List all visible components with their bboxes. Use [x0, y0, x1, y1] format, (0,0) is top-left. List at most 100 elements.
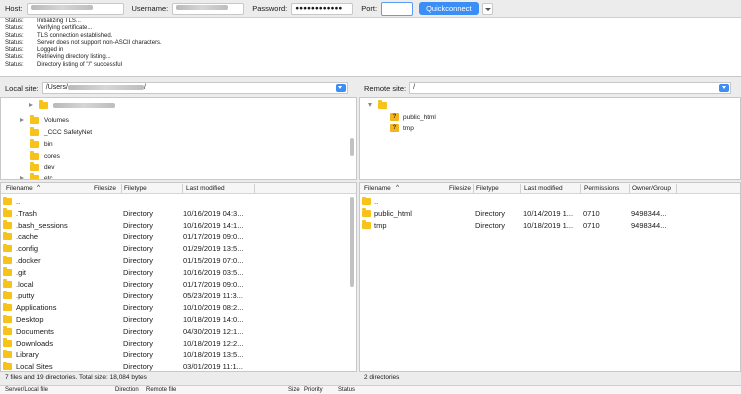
log-line: Status: Server does not support non-ASCII…: [5, 39, 162, 46]
file-row[interactable]: Desktop Directory 10/18/2019 14:0...: [1, 313, 356, 325]
folder-icon: [3, 243, 12, 253]
column-filesize[interactable]: Filesize: [449, 185, 471, 192]
column-remote-file[interactable]: Remote file: [146, 387, 176, 393]
folder-icon: [3, 231, 12, 241]
file-name: Local Sites: [16, 362, 53, 372]
local-file-list-scrollbar[interactable]: [350, 197, 354, 287]
file-row[interactable]: .bash_sessions Directory 10/16/2019 14:1..…: [1, 219, 356, 231]
folder-icon: [3, 349, 12, 359]
column-filetype[interactable]: Filetype: [124, 185, 147, 192]
column-direction[interactable]: Direction: [115, 387, 139, 393]
file-row[interactable]: Library Directory 10/18/2019 13:5...: [1, 348, 356, 360]
file-row[interactable]: Documents Directory 04/30/2019 12:1...: [1, 325, 356, 337]
expand-arrow-icon[interactable]: [20, 176, 24, 179]
column-filesize[interactable]: Filesize: [94, 185, 116, 192]
file-type: Directory: [123, 350, 154, 360]
folder-icon: [3, 267, 12, 276]
tree-item-dev[interactable]: dev: [30, 162, 54, 172]
username-label: Username:: [131, 4, 169, 13]
column-size[interactable]: Size: [288, 387, 300, 393]
file-name: .local: [16, 279, 34, 289]
tree-item-root[interactable]: [368, 100, 392, 110]
tree-item-cores[interactable]: cores: [30, 151, 60, 161]
file-modified: 10/16/2019 14:1...: [183, 220, 244, 230]
expand-arrow-icon[interactable]: [20, 118, 24, 122]
column-filename[interactable]: Filename: [364, 185, 391, 192]
file-name: .config: [16, 244, 39, 254]
tree-item-bin[interactable]: bin: [30, 139, 53, 149]
file-row[interactable]: tmp Directory 10/18/2019 1... 0710 9498344..…: [360, 219, 740, 231]
username-input[interactable]: [172, 2, 245, 15]
remote-directory-tree: ? public_html ? tmp: [359, 97, 741, 180]
file-row[interactable]: .docker Directory 01/15/2019 07:0...: [1, 254, 356, 266]
remote-path-dropdown[interactable]: [719, 84, 730, 92]
port-label: Port:: [361, 4, 378, 13]
file-row[interactable]: Applications Directory 10/10/2019 08:2...: [1, 301, 356, 313]
file-row[interactable]: .putty Directory 05/23/2019 11:3...: [1, 289, 356, 301]
folder-icon: [3, 255, 12, 264]
file-name: .Trash: [16, 208, 37, 218]
transfer-queue-header: Server/Local file Direction Remote file …: [0, 385, 741, 394]
file-row[interactable]: Local Sites Directory 03/01/2019 11:1...: [1, 360, 356, 372]
file-row[interactable]: .git Directory 10/16/2019 03:5...: [1, 266, 356, 278]
file-row[interactable]: .local Directory 01/17/2019 09:0...: [1, 278, 356, 290]
local-path-dropdown[interactable]: [335, 84, 346, 92]
folder-icon: [30, 173, 39, 179]
folder-icon: [3, 326, 12, 335]
file-row[interactable]: ..: [1, 195, 356, 207]
column-filetype[interactable]: Filetype: [476, 185, 499, 192]
file-row[interactable]: .config Directory 01/29/2019 13:5...: [1, 242, 356, 254]
tree-item-public-html[interactable]: ? public_html: [390, 112, 436, 122]
column-status[interactable]: Status: [338, 387, 355, 393]
column-owner-group[interactable]: Owner/Group: [632, 185, 671, 192]
host-input[interactable]: [26, 2, 124, 15]
folder-icon: [3, 314, 12, 323]
file-row[interactable]: .Trash Directory 10/16/2019 04:3...: [1, 207, 356, 219]
folder-unknown-icon: ?: [390, 113, 399, 121]
file-name: ..: [16, 197, 21, 206]
folder-icon: [30, 127, 39, 136]
column-last-modified[interactable]: Last modified: [186, 185, 225, 192]
file-row[interactable]: ..: [360, 195, 740, 207]
file-modified: 10/14/2019 1...: [523, 208, 574, 218]
local-tree-scrollbar[interactable]: [350, 138, 354, 156]
sort-ascending-icon[interactable]: ^: [396, 184, 399, 191]
remote-file-list-header: Filename ^ Filesize Filetype Last modifi…: [360, 183, 740, 194]
folder-icon: [39, 100, 48, 109]
password-label: Password:: [252, 4, 288, 13]
port-input[interactable]: [381, 1, 414, 16]
column-last-modified[interactable]: Last modified: [524, 185, 563, 192]
column-priority[interactable]: Priority: [304, 387, 323, 393]
file-row[interactable]: public_html Directory 10/14/2019 1... 0710 9…: [360, 207, 740, 219]
remote-path-input[interactable]: /: [409, 82, 732, 94]
sort-ascending-icon[interactable]: ^: [37, 184, 40, 191]
quickconnect-button[interactable]: Quickconnect: [419, 2, 479, 15]
folder-icon: [30, 115, 39, 124]
folder-icon: [3, 338, 12, 347]
folder-icon: [3, 279, 12, 288]
file-type: Directory: [123, 338, 154, 348]
tree-item-user-folder[interactable]: [29, 100, 115, 110]
local-path-input[interactable]: /Users//: [41, 82, 348, 94]
column-filename[interactable]: Filename: [6, 185, 33, 192]
expand-arrow-icon[interactable]: [29, 103, 33, 107]
column-permissions[interactable]: Permissions: [584, 185, 619, 192]
file-modified: 01/15/2019 07:0...: [183, 256, 244, 265]
file-permissions: 0710: [583, 208, 600, 218]
file-name: Library: [16, 350, 39, 360]
tree-item-etc[interactable]: etc: [20, 173, 53, 179]
folder-icon: [3, 302, 12, 312]
quickconnect-history-dropdown[interactable]: [481, 2, 493, 15]
folder-icon: [30, 139, 39, 148]
file-row[interactable]: Downloads Directory 10/18/2019 12:2...: [1, 337, 356, 349]
password-input[interactable]: ●●●●●●●●●●●●: [291, 2, 354, 15]
folder-icon: [362, 208, 371, 217]
file-row[interactable]: .cache Directory 01/17/2019 09:0...: [1, 230, 356, 242]
tree-item-ccc-safetynet[interactable]: _CCC SafetyNet: [30, 127, 92, 137]
tree-item-tmp[interactable]: ? tmp: [390, 123, 414, 133]
local-file-list: Filename ^ Filesize Filetype Last modifi…: [0, 182, 357, 372]
host-label: Host:: [5, 4, 23, 13]
column-server-local-file[interactable]: Server/Local file: [5, 387, 48, 393]
tree-item-volumes[interactable]: Volumes: [20, 115, 69, 125]
collapse-arrow-icon[interactable]: [368, 103, 372, 107]
